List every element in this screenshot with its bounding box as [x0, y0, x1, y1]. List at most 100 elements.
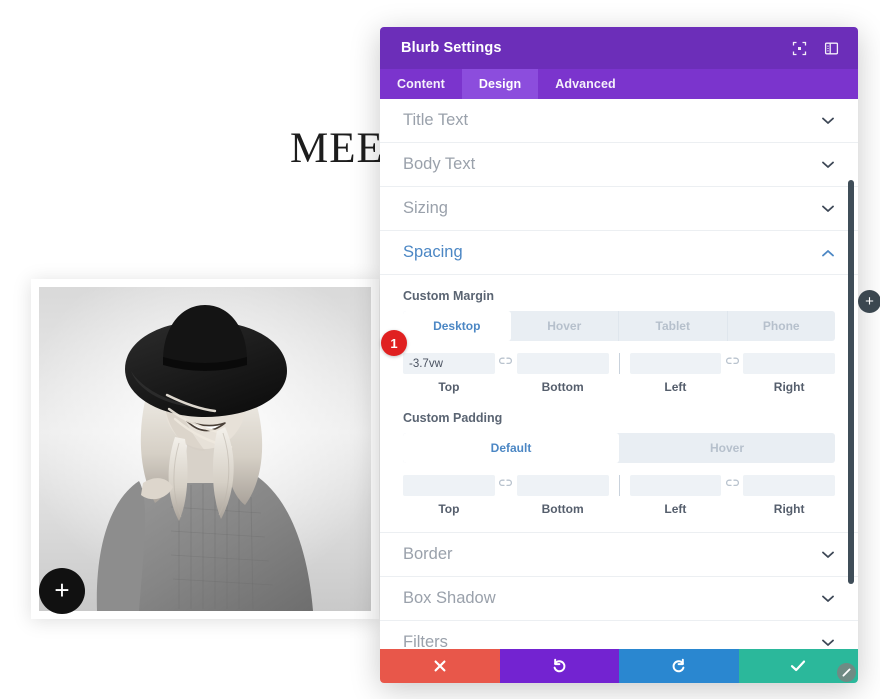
section-toggle-body-text[interactable]: Body Text	[380, 143, 858, 187]
chevron-down-icon	[821, 158, 835, 172]
padding-bottom-caption: Bottom	[541, 502, 584, 516]
vertical-scrollbar-track[interactable]	[848, 99, 854, 649]
tab-advanced[interactable]: Advanced	[538, 69, 633, 99]
blurb-image	[39, 287, 371, 611]
expand-view-icon[interactable]	[788, 37, 810, 59]
padding-left-caption: Left	[664, 502, 687, 516]
margin-left-cell: Left	[629, 353, 722, 394]
margin-bottom-input[interactable]	[516, 353, 609, 374]
section-toggle-title-text[interactable]: Title Text	[380, 99, 858, 143]
padding-fields-horizontal: Left Right	[629, 475, 835, 516]
add-module-button-left[interactable]: +	[39, 568, 85, 614]
margin-top-caption: Top	[438, 380, 460, 394]
cancel-button[interactable]	[380, 649, 500, 683]
modal-title: Blurb Settings	[401, 40, 502, 56]
modal-action-bar	[380, 649, 858, 683]
padding-tab-default[interactable]: Default	[403, 433, 619, 463]
unlink-icon[interactable]	[721, 353, 743, 366]
spacing-section-body: Custom Margin Desktop Hover Tablet Phone	[380, 275, 858, 533]
portrait-photo-illustration	[39, 287, 371, 611]
tab-content[interactable]: Content	[380, 69, 462, 99]
margin-top-input[interactable]	[403, 353, 495, 374]
section-label-sizing: Sizing	[403, 199, 448, 217]
blurb-settings-modal: Blurb Settings Content Design Advanced T…	[380, 27, 858, 683]
margin-divider	[618, 353, 620, 374]
padding-fields-vertical: Top Bottom	[403, 475, 609, 516]
margin-right-input[interactable]	[743, 353, 835, 374]
chevron-down-icon	[821, 114, 835, 128]
padding-top-caption: Top	[438, 502, 460, 516]
add-module-button-right[interactable]: +	[858, 290, 880, 313]
undo-icon	[553, 658, 566, 673]
resize-handle[interactable]	[837, 663, 856, 682]
padding-tab-hover-label: Hover	[709, 441, 744, 455]
section-toggle-border[interactable]: Border	[380, 533, 858, 577]
unlink-icon[interactable]	[495, 353, 517, 366]
margin-tab-phone[interactable]: Phone	[728, 311, 836, 341]
plus-icon: +	[865, 292, 874, 310]
tab-advanced-label: Advanced	[555, 77, 616, 91]
margin-left-input[interactable]	[629, 353, 722, 374]
dock-panel-icon[interactable]	[820, 37, 842, 59]
plus-icon: +	[54, 574, 70, 605]
page-title: MEET	[0, 124, 400, 173]
padding-left-cell: Left	[629, 475, 722, 516]
padding-top-input[interactable]	[403, 475, 495, 496]
chevron-down-icon	[821, 636, 835, 650]
margin-top-cell: Top	[403, 353, 495, 394]
margin-device-tabs: Desktop Hover Tablet Phone	[403, 311, 835, 341]
margin-right-caption: Right	[773, 380, 805, 394]
unlink-icon[interactable]	[721, 475, 743, 488]
margin-tab-tablet[interactable]: Tablet	[619, 311, 728, 341]
section-toggle-spacing[interactable]: Spacing	[380, 231, 858, 275]
chevron-down-icon	[821, 592, 835, 606]
margin-fields-horizontal: Left Right	[629, 353, 835, 394]
padding-right-input[interactable]	[743, 475, 835, 496]
redo-button[interactable]	[619, 649, 739, 683]
modal-tab-bar: Content Design Advanced	[380, 69, 858, 99]
padding-left-input[interactable]	[629, 475, 722, 496]
section-label-box-shadow: Box Shadow	[403, 589, 496, 607]
undo-button[interactable]	[499, 649, 619, 683]
section-label-filters: Filters	[403, 633, 448, 649]
custom-padding-label: Custom Padding	[403, 411, 503, 425]
margin-tab-desktop-label: Desktop	[433, 319, 481, 333]
padding-top-cell: Top	[403, 475, 495, 516]
padding-bottom-input[interactable]	[516, 475, 609, 496]
chevron-down-icon	[821, 548, 835, 562]
section-toggle-filters[interactable]: Filters	[380, 621, 858, 649]
margin-fields: Top Bottom	[403, 353, 835, 394]
margin-tab-hover[interactable]: Hover	[511, 311, 619, 341]
padding-fields: Top Bottom Left Right	[403, 475, 835, 516]
blurb-image-card	[31, 279, 379, 619]
margin-right-cell: Right	[743, 353, 835, 394]
padding-state-tabs: Default Hover	[403, 433, 835, 463]
resize-diagonal-icon	[842, 668, 851, 677]
modal-header: Blurb Settings	[380, 27, 858, 69]
modal-body: Title Text Body Text Sizing Spacing Cust…	[380, 99, 858, 649]
close-x-icon	[434, 660, 446, 672]
vertical-scrollbar-thumb[interactable]	[848, 180, 854, 584]
page-right-edge	[866, 0, 880, 699]
section-toggle-box-shadow[interactable]: Box Shadow	[380, 577, 858, 621]
step-badge-1: 1	[381, 330, 407, 356]
padding-bottom-cell: Bottom	[516, 475, 609, 516]
margin-bottom-cell: Bottom	[516, 353, 609, 394]
tab-content-label: Content	[397, 77, 445, 91]
unlink-icon[interactable]	[495, 475, 517, 488]
section-label-border: Border	[403, 545, 453, 563]
margin-tab-desktop[interactable]: Desktop	[403, 311, 511, 341]
tab-design[interactable]: Design	[461, 69, 539, 99]
section-label-body-text: Body Text	[403, 155, 476, 173]
padding-tab-default-label: Default	[490, 441, 532, 455]
section-toggle-sizing[interactable]: Sizing	[380, 187, 858, 231]
page-root: MEET + + Blurb Settings Content Design A…	[0, 0, 880, 699]
tab-design-label: Design	[478, 77, 522, 91]
padding-tab-hover[interactable]: Hover	[619, 433, 835, 463]
margin-tab-tablet-label: Tablet	[655, 319, 690, 333]
margin-tab-hover-label: Hover	[547, 319, 582, 333]
custom-margin-label: Custom Margin	[403, 289, 494, 303]
section-label-title-text: Title Text	[403, 111, 469, 129]
margin-left-caption: Left	[664, 380, 687, 394]
margin-bottom-caption: Bottom	[541, 380, 584, 394]
